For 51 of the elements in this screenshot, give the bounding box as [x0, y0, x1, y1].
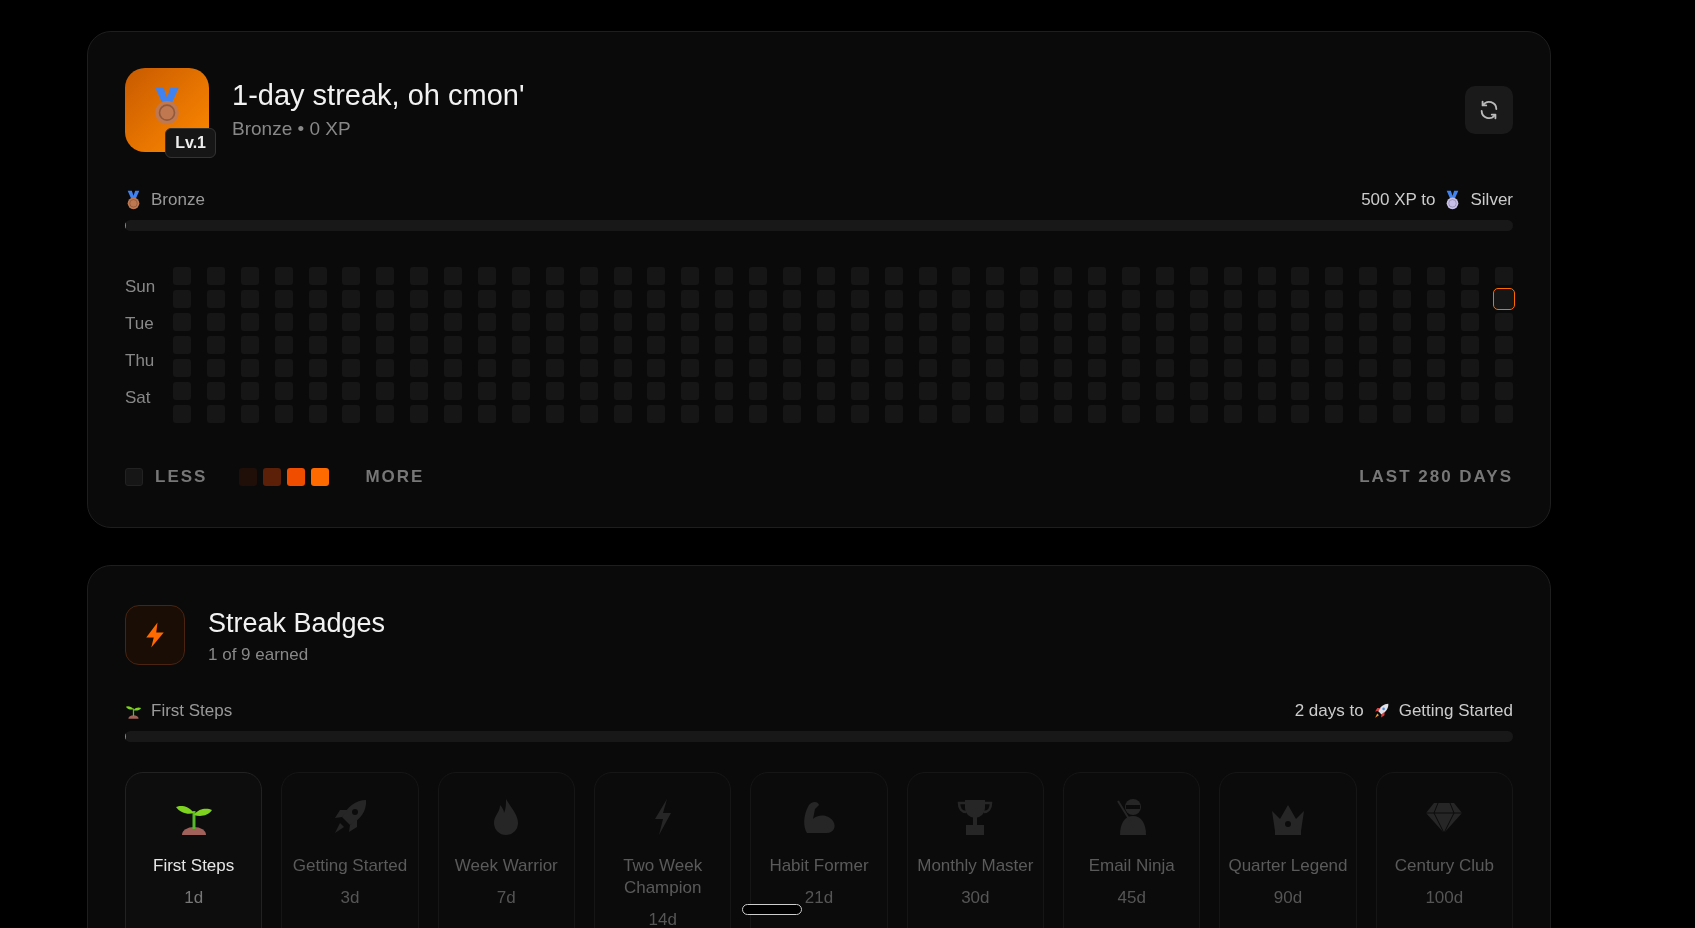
badge-days: 30d [961, 888, 990, 908]
badge-name: First Steps [152, 855, 236, 877]
badge-name: Two Week Champion [622, 855, 704, 899]
badge-card[interactable]: Monthly Master 30d [906, 772, 1044, 928]
next-tier-label: Silver [1470, 190, 1513, 210]
badge-days: 90d [1273, 888, 1303, 908]
weekday-label: Sat [125, 388, 152, 408]
badge-card[interactable]: Century Club 100d [1375, 772, 1513, 928]
xp-remaining: 500 XP to [1361, 190, 1436, 210]
refresh-icon [1478, 99, 1500, 121]
range-label: LAST 280 DAYS [1359, 467, 1513, 487]
badge-days: 3d [340, 888, 360, 908]
badge-card[interactable]: Week Warrior 7d [437, 772, 575, 928]
badge-days: 14d [648, 910, 677, 928]
weekday-label: Thu [125, 351, 156, 371]
badge-days: 100d [1425, 888, 1464, 908]
badge-card[interactable]: Quarter Legend 90d [1219, 772, 1357, 928]
badge-days: 7d [496, 888, 516, 908]
level-badge: Lv.1 [165, 128, 216, 158]
weekday-label: Tue [125, 314, 155, 334]
badge-card[interactable]: First Steps 1d [125, 772, 263, 928]
scroll-pill[interactable] [742, 904, 802, 915]
badge-card[interactable]: Habit Former 21d [750, 772, 888, 928]
badge-name: Week Warrior [453, 855, 559, 877]
badge-card[interactable]: Email Ninja 45d [1063, 772, 1201, 928]
badges-count: 1 of 9 earned [208, 645, 310, 665]
badge-card[interactable]: Two Week Champion 14d [594, 772, 732, 928]
medal-icon [125, 190, 142, 210]
legend-more: MORE [365, 467, 425, 487]
weekday-label: Sun [125, 277, 157, 297]
streak-title: 1-day streak, oh cmon' [232, 78, 525, 112]
current-tier-label: Bronze [151, 190, 205, 210]
badge-name: Getting Started [291, 855, 409, 877]
badge-card[interactable]: Getting Started 3d [281, 772, 419, 928]
badge-name: Habit Former [768, 855, 870, 877]
legend-less: LESS [155, 467, 208, 487]
badge-name: Century Club [1393, 855, 1495, 877]
refresh-button[interactable] [1465, 86, 1513, 134]
empty-swatch [125, 468, 143, 486]
badge-days: 1d [184, 888, 204, 908]
badge-name: Monthly Master [916, 855, 1035, 877]
current-badge-label: First Steps [151, 701, 233, 721]
next-badge-label: Getting Started [1398, 701, 1513, 721]
badges-title: Streak Badges [208, 608, 386, 639]
badge-days: 45d [1117, 888, 1146, 908]
badge-days: 21d [804, 888, 834, 908]
badge-name: Quarter Legend [1227, 855, 1349, 877]
tier-subtitle: Bronze • 0 XP [232, 117, 352, 140]
days-remaining: 2 days to [1294, 701, 1364, 721]
badge-name: Email Ninja [1087, 855, 1176, 877]
rocket-icon [1372, 701, 1390, 721]
